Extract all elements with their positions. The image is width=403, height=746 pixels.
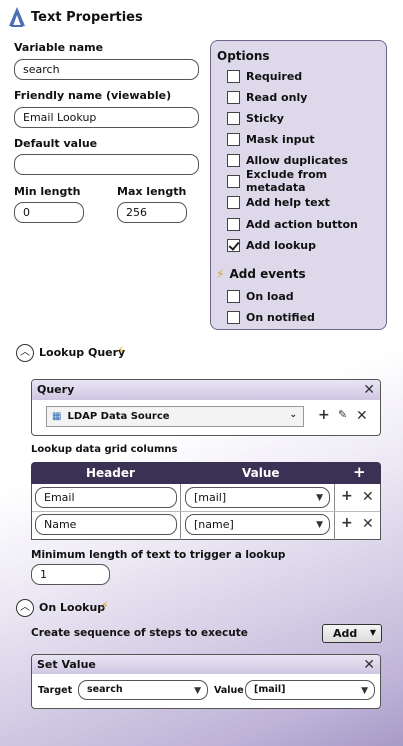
add-row-button[interactable]: + xyxy=(341,515,353,531)
dropdown-arrow-icon: ▼ xyxy=(316,493,323,503)
dropdown-arrow-icon: ▼ xyxy=(194,686,201,696)
checkbox[interactable] xyxy=(227,195,240,209)
add-data-source-button[interactable]: + xyxy=(318,407,330,423)
option-add-help-text[interactable]: Add help text xyxy=(227,194,330,210)
options-title: Options xyxy=(217,49,270,63)
grid-row-value-select[interactable]: [mail] ▼ xyxy=(185,487,330,508)
grid-row-value-select[interactable]: [name] ▼ xyxy=(185,514,330,535)
option-add-action-button[interactable]: Add action button xyxy=(227,216,358,232)
grid-row-header-input[interactable]: Email xyxy=(35,487,177,508)
grid-columns-title: Lookup data grid columns xyxy=(31,444,178,455)
query-panel: Query ✕ ▦ LDAP Data Source ⌄ + ✎ ✕ xyxy=(31,379,381,436)
option-sticky[interactable]: Sticky xyxy=(227,110,284,126)
lightning-icon: ⚡ xyxy=(216,267,225,281)
value-select[interactable]: [mail] ▼ xyxy=(245,680,375,700)
grid-header-row: Header Value + xyxy=(31,462,381,484)
default-value-input[interactable] xyxy=(14,154,199,175)
query-panel-header: Query ✕ xyxy=(32,380,380,400)
target-label: Target xyxy=(38,685,73,696)
grid-header-value: Value xyxy=(242,466,280,480)
remove-row-button[interactable]: ✕ xyxy=(362,489,374,505)
add-step-button[interactable]: Add ▼ xyxy=(322,624,382,643)
checkbox[interactable] xyxy=(227,90,240,104)
database-icon: ▦ xyxy=(52,411,62,422)
checkbox[interactable] xyxy=(227,69,240,83)
target-select[interactable]: search ▼ xyxy=(78,680,208,700)
dropdown-arrow-icon: ▼ xyxy=(369,628,376,637)
event-on-notified[interactable]: On notified xyxy=(227,309,315,325)
close-query-button[interactable]: ✕ xyxy=(363,383,375,397)
lightning-icon: ⚡ xyxy=(101,599,109,612)
sequence-label: Create sequence of steps to execute xyxy=(31,627,248,639)
checkbox[interactable] xyxy=(227,289,240,303)
grid-row-header-input[interactable]: Name xyxy=(35,514,177,535)
checkbox[interactable] xyxy=(227,153,240,167)
add-row-button[interactable]: + xyxy=(341,488,353,504)
min-trigger-input[interactable]: 1 xyxy=(31,564,110,585)
remove-row-button[interactable]: ✕ xyxy=(362,516,374,532)
option-allow-duplicates[interactable]: Allow duplicates xyxy=(227,152,348,168)
checkbox[interactable] xyxy=(227,310,240,324)
value-label: Value xyxy=(214,685,244,696)
options-panel: Options Required Read only Sticky Mask i… xyxy=(210,40,387,330)
add-events-heading: ⚡ Add events xyxy=(216,267,306,281)
variable-name-input[interactable]: search xyxy=(14,59,199,80)
set-value-panel: Set Value ✕ Target search ▼ Value [mail]… xyxy=(31,654,381,709)
add-column-button[interactable]: + xyxy=(353,463,366,481)
friendly-name-label: Friendly name (viewable) xyxy=(14,89,172,102)
checkbox[interactable] xyxy=(227,217,240,231)
panel-title: Text Properties xyxy=(31,10,143,25)
checkbox[interactable] xyxy=(227,132,240,146)
min-trigger-label: Minimum length of text to trigger a look… xyxy=(31,549,286,561)
set-value-header: Set Value ✕ xyxy=(32,655,380,674)
lookup-query-label: Lookup Query xyxy=(39,346,126,359)
friendly-name-input[interactable]: Email Lookup xyxy=(14,107,199,128)
checkbox[interactable] xyxy=(227,174,240,188)
dropdown-arrow-icon: ▼ xyxy=(316,520,323,530)
option-add-lookup[interactable]: Add lookup xyxy=(227,237,316,253)
chevron-down-icon: ⌄ xyxy=(289,410,297,420)
option-read-only[interactable]: Read only xyxy=(227,89,307,105)
max-length-label: Max length xyxy=(117,185,187,198)
on-lookup-label: On Lookup xyxy=(39,601,106,614)
collapse-on-lookup-button[interactable]: ︿ xyxy=(16,599,34,617)
lightning-icon: ⚡ xyxy=(117,344,125,357)
edit-data-source-button[interactable]: ✎ xyxy=(338,408,347,421)
option-required[interactable]: Required xyxy=(227,68,302,84)
option-exclude-from-metadata[interactable]: Exclude from metadata xyxy=(227,168,386,194)
variable-name-label: Variable name xyxy=(14,41,104,54)
collapse-lookup-query-button[interactable]: ︿ xyxy=(16,344,34,362)
min-length-input[interactable]: 0 xyxy=(14,202,84,223)
max-length-input[interactable]: 256 xyxy=(117,202,187,223)
event-on-load[interactable]: On load xyxy=(227,288,294,304)
checkbox[interactable] xyxy=(227,111,240,125)
default-value-label: Default value xyxy=(14,137,98,150)
remove-data-source-button[interactable]: ✕ xyxy=(356,408,368,424)
option-mask-input[interactable]: Mask input xyxy=(227,131,315,147)
min-length-label: Min length xyxy=(14,185,81,198)
close-set-value-button[interactable]: ✕ xyxy=(363,658,375,672)
checkbox-checked[interactable] xyxy=(227,238,240,252)
grid-header-header: Header xyxy=(86,466,135,480)
dropdown-arrow-icon: ▼ xyxy=(361,686,368,696)
a-logo-icon xyxy=(9,7,25,27)
data-source-select[interactable]: ▦ LDAP Data Source ⌄ xyxy=(46,406,304,427)
